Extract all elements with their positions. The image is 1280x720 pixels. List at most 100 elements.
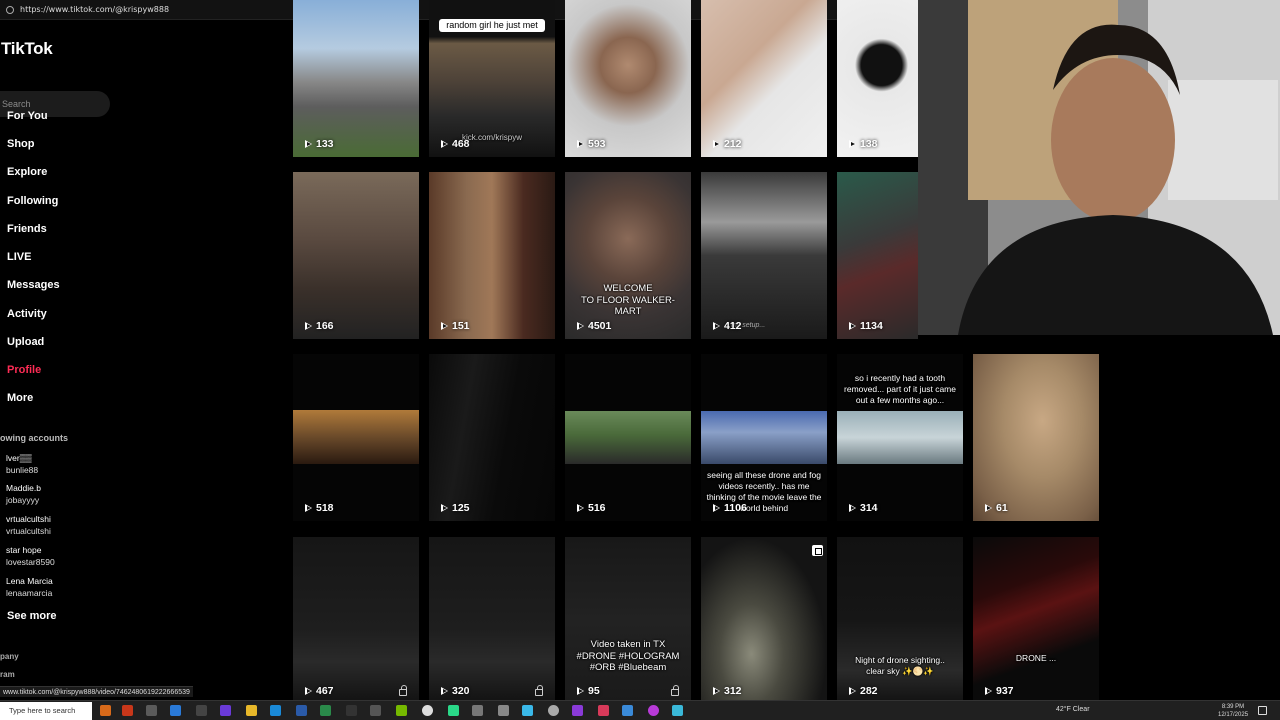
notification-icon[interactable] bbox=[1258, 706, 1267, 715]
app-icon[interactable] bbox=[448, 705, 459, 716]
video-tile[interactable]: 166 bbox=[293, 172, 419, 339]
lock-icon bbox=[399, 685, 407, 696]
video-tile[interactable]: Video taken in TX #DRONE #HOLOGRAM #ORB … bbox=[565, 537, 691, 704]
app-icon[interactable] bbox=[296, 705, 307, 716]
video-tile[interactable]: 133 bbox=[293, 0, 419, 157]
chrome-icon[interactable] bbox=[422, 705, 433, 716]
video-tile[interactable]: 61 bbox=[973, 354, 1099, 521]
mic-icon[interactable] bbox=[196, 705, 207, 716]
video-tile[interactable]: so i recently had a tooth removed... par… bbox=[837, 354, 963, 521]
nav-messages[interactable]: Messages bbox=[7, 279, 60, 291]
nav-live[interactable]: LIVE bbox=[7, 251, 31, 263]
video-thumbnail bbox=[293, 410, 419, 464]
see-more-link[interactable]: See more bbox=[7, 610, 57, 622]
video-tile[interactable]: 212 bbox=[701, 0, 827, 157]
video-tile[interactable]: 320 bbox=[429, 537, 555, 704]
nav-friends[interactable]: Friends bbox=[7, 223, 47, 235]
video-thumbnail bbox=[837, 537, 963, 704]
account-name: star hope bbox=[6, 545, 42, 555]
app-icon[interactable] bbox=[100, 705, 111, 716]
following-account[interactable]: star hope lovestar8590 bbox=[6, 545, 55, 568]
video-tile[interactable]: 125 bbox=[429, 354, 555, 521]
video-tile[interactable]: 151 bbox=[429, 172, 555, 339]
video-tile[interactable]: WELCOME TO FLOOR WALKER-MART 4501 bbox=[565, 172, 691, 339]
video-thumbnail bbox=[429, 537, 555, 704]
app-icon[interactable] bbox=[472, 705, 483, 716]
lock-icon bbox=[671, 685, 679, 696]
chrome-icon[interactable] bbox=[548, 705, 559, 716]
play-icon bbox=[577, 504, 584, 512]
app-icon[interactable] bbox=[572, 705, 583, 716]
view-count: 61 bbox=[985, 502, 1008, 514]
app-icon[interactable] bbox=[498, 705, 509, 716]
app-icon[interactable] bbox=[622, 705, 633, 716]
footer-link-company[interactable]: pany bbox=[0, 652, 19, 661]
play-icon bbox=[441, 322, 448, 330]
video-tile[interactable]: DRONE ... 937 bbox=[973, 537, 1099, 704]
play-icon bbox=[441, 140, 448, 148]
nav-explore[interactable]: Explore bbox=[7, 166, 47, 178]
video-tile[interactable]: 467 bbox=[293, 537, 419, 704]
following-account[interactable]: lver▒▒ bunlie88 bbox=[6, 453, 38, 476]
view-count: 4501 bbox=[577, 320, 611, 332]
view-count: 95 bbox=[577, 685, 600, 697]
nav-upload[interactable]: Upload bbox=[7, 336, 44, 348]
account-handle: lovestar8590 bbox=[6, 556, 55, 567]
nav-shop[interactable]: Shop bbox=[7, 138, 35, 150]
taskbar-search-input[interactable]: Type here to search bbox=[0, 702, 92, 720]
browser-icon[interactable] bbox=[170, 705, 181, 716]
account-name: vrtualcultshi bbox=[6, 514, 51, 524]
lock-icon bbox=[535, 685, 543, 696]
video-tile[interactable]: 516 bbox=[565, 354, 691, 521]
nav-activity[interactable]: Activity bbox=[7, 308, 47, 320]
edge-icon[interactable] bbox=[270, 705, 281, 716]
play-icon bbox=[713, 687, 720, 695]
video-tile[interactable]: seeing all these drone and fog videos re… bbox=[701, 354, 827, 521]
app-icon[interactable] bbox=[522, 705, 533, 716]
play-icon bbox=[441, 504, 448, 512]
play-icon bbox=[713, 322, 720, 330]
app-icon[interactable] bbox=[320, 705, 331, 716]
video-tile[interactable]: Night of drone sighting.. clear sky ✨🌕✨ … bbox=[837, 537, 963, 704]
nav-for-you[interactable]: For You bbox=[7, 110, 48, 122]
following-account[interactable]: Maddie.b jobayyyy bbox=[6, 483, 41, 506]
play-icon bbox=[849, 504, 856, 512]
video-tile[interactable]: my setup... 412 bbox=[701, 172, 827, 339]
video-tile[interactable]: 312 bbox=[701, 537, 827, 704]
nav-following[interactable]: Following bbox=[7, 195, 58, 207]
obs-icon[interactable] bbox=[346, 705, 357, 716]
expand-icon[interactable] bbox=[812, 545, 823, 556]
account-name: lver▒▒ bbox=[6, 453, 32, 463]
clock[interactable]: 8:39 PM 12/17/2025 bbox=[1218, 703, 1248, 719]
task-view-icon[interactable] bbox=[146, 705, 157, 716]
video-thumbnail bbox=[837, 172, 918, 339]
view-count: 593 bbox=[577, 138, 606, 150]
app-icon[interactable] bbox=[598, 705, 609, 716]
video-tile[interactable]: random girl he just met kick.com/krispyw… bbox=[429, 0, 555, 157]
app-icon[interactable] bbox=[122, 705, 133, 716]
video-tile[interactable]: 138 bbox=[837, 0, 918, 157]
folder-icon[interactable] bbox=[246, 705, 257, 716]
app-icon[interactable] bbox=[648, 705, 659, 716]
video-thumbnail bbox=[293, 537, 419, 704]
site-info-icon[interactable] bbox=[6, 5, 14, 14]
play-icon bbox=[305, 322, 312, 330]
steam-icon[interactable] bbox=[672, 705, 683, 716]
footer-link-program[interactable]: ram bbox=[0, 670, 15, 679]
app-icon[interactable] bbox=[220, 705, 231, 716]
video-tile[interactable]: 593 bbox=[565, 0, 691, 157]
following-account[interactable]: vrtualcultshi vrtualcultshi bbox=[6, 514, 51, 537]
nvidia-icon[interactable] bbox=[396, 705, 407, 716]
app-icon[interactable] bbox=[370, 705, 381, 716]
following-account[interactable]: Lena Marcia lenaamarcia bbox=[6, 576, 53, 599]
video-tile[interactable]: 518 bbox=[293, 354, 419, 521]
video-tile[interactable]: 1134 bbox=[837, 172, 918, 339]
play-icon bbox=[577, 322, 584, 330]
nav-profile[interactable]: Profile bbox=[7, 364, 41, 376]
weather-widget[interactable]: 42°F Clear bbox=[1056, 706, 1090, 713]
nav-more[interactable]: More bbox=[7, 392, 33, 404]
video-thumbnail bbox=[837, 411, 963, 464]
video-thumbnail bbox=[701, 537, 827, 704]
video-thumbnail bbox=[701, 0, 827, 157]
tiktok-logo[interactable]: TikTok bbox=[1, 39, 53, 59]
